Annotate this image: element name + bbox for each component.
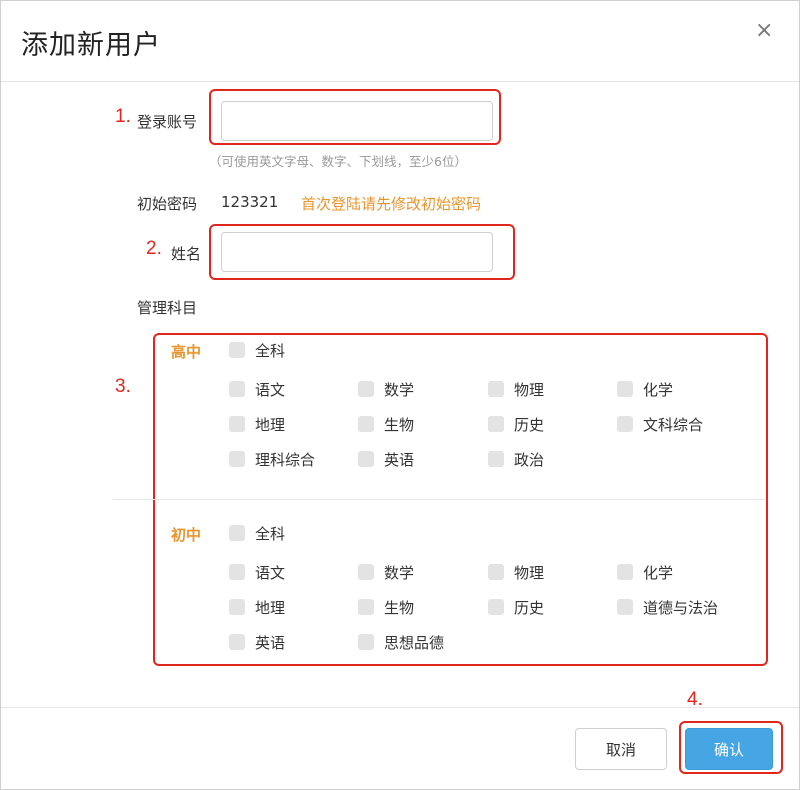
account-hint: （可使用英文字母、数字、下划线，至少6位） — [209, 154, 467, 169]
middle-subject-checkbox[interactable]: 数学 — [358, 561, 414, 583]
high-subject-checkbox[interactable]: 物理 — [488, 378, 544, 400]
add-user-dialog: 添加新用户 × 1. 登录账号 （可使用英文字母、数字、下划线，至少6位） 初始… — [0, 0, 800, 790]
cancel-button[interactable]: 取消 — [575, 728, 667, 770]
checkbox-box — [229, 564, 245, 580]
section-divider — [113, 499, 765, 500]
checkbox-box — [229, 416, 245, 432]
checkbox-box — [229, 342, 245, 358]
checkbox-box — [488, 599, 504, 615]
checkbox-box — [617, 599, 633, 615]
dialog-title: 添加新用户 — [21, 30, 161, 61]
confirm-button[interactable]: 确认 — [685, 728, 773, 770]
footer-divider — [1, 707, 799, 708]
checkbox-box — [488, 381, 504, 397]
name-input[interactable] — [221, 232, 493, 272]
high-subject-checkbox[interactable]: 语文 — [229, 378, 285, 400]
middle-subject-checkbox[interactable]: 生物 — [358, 596, 414, 618]
account-input[interactable] — [221, 101, 493, 141]
high-subject-checkbox[interactable]: 生物 — [358, 413, 414, 435]
checkbox-box — [488, 564, 504, 580]
middle-subject-checkbox[interactable]: 物理 — [488, 561, 544, 583]
password-value: 123321 — [221, 193, 279, 211]
checkbox-box — [358, 564, 374, 580]
middle-subject-checkbox[interactable]: 地理 — [229, 596, 285, 618]
checkbox-box — [229, 634, 245, 650]
middle-subject-checkbox[interactable]: 道德与法治 — [617, 596, 718, 618]
checkbox-box — [229, 525, 245, 541]
name-label: 姓名 — [171, 245, 202, 263]
checkbox-box — [617, 416, 633, 432]
subjects-label: 管理科目 — [137, 299, 198, 317]
close-icon[interactable]: × — [755, 19, 773, 43]
high-school-title: 高中 — [171, 343, 202, 361]
password-warning: 首次登陆请先修改初始密码 — [301, 195, 482, 213]
high-subject-checkbox[interactable]: 地理 — [229, 413, 285, 435]
checkbox-box — [358, 451, 374, 467]
high-subject-checkbox[interactable]: 文科综合 — [617, 413, 703, 435]
high-subject-checkbox[interactable]: 数学 — [358, 378, 414, 400]
account-label: 登录账号 — [137, 113, 198, 131]
high-subject-checkbox[interactable]: 历史 — [488, 413, 544, 435]
middle-subject-checkbox[interactable]: 语文 — [229, 561, 285, 583]
checkbox-box — [229, 381, 245, 397]
annotation-1: 1. — [115, 106, 131, 127]
password-label: 初始密码 — [137, 195, 198, 213]
middle-all-checkbox[interactable]: 全科 — [229, 522, 285, 544]
checkbox-box — [358, 416, 374, 432]
checkbox-box — [488, 451, 504, 467]
checkbox-box — [488, 416, 504, 432]
checkbox-box — [358, 634, 374, 650]
middle-subject-checkbox[interactable]: 历史 — [488, 596, 544, 618]
dialog-header: 添加新用户 × — [1, 1, 799, 82]
high-subject-checkbox[interactable]: 英语 — [358, 448, 414, 470]
high-subject-checkbox[interactable]: 化学 — [617, 378, 673, 400]
high-subject-checkbox[interactable]: 政治 — [488, 448, 544, 470]
checkbox-box — [229, 599, 245, 615]
checkbox-box — [358, 599, 374, 615]
middle-subject-checkbox[interactable]: 化学 — [617, 561, 673, 583]
high-all-checkbox[interactable]: 全科 — [229, 339, 285, 361]
middle-school-title: 初中 — [171, 526, 202, 544]
checkbox-box — [617, 381, 633, 397]
checkbox-box — [617, 564, 633, 580]
annotation-3: 3. — [115, 376, 131, 397]
middle-subject-checkbox[interactable]: 英语 — [229, 631, 285, 653]
annotation-2: 2. — [146, 238, 162, 259]
middle-subject-checkbox[interactable]: 思想品德 — [358, 631, 444, 653]
checkbox-box — [229, 451, 245, 467]
checkbox-box — [358, 381, 374, 397]
high-subject-checkbox[interactable]: 理科综合 — [229, 448, 315, 470]
